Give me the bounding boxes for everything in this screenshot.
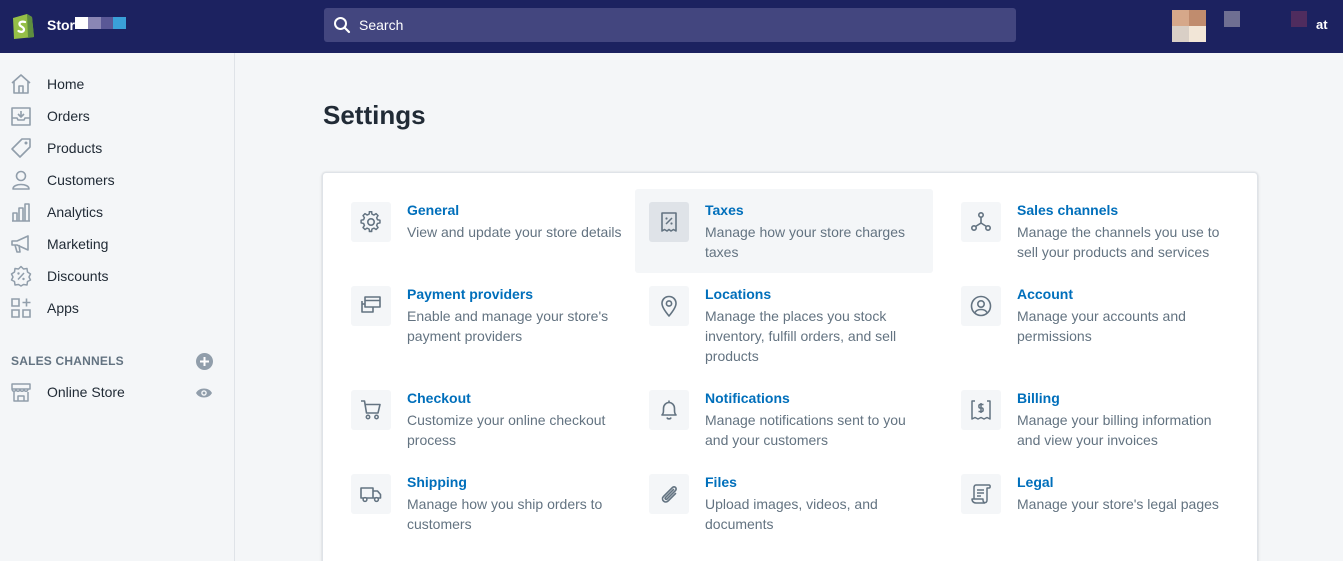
legal-scroll-icon bbox=[961, 474, 1001, 514]
sidebar-item-home[interactable]: Home bbox=[0, 69, 234, 99]
search-icon bbox=[334, 17, 351, 34]
setting-title: Checkout bbox=[407, 390, 471, 406]
settings-legal[interactable]: Legal Manage your store's legal pages bbox=[947, 461, 1245, 545]
settings-billing[interactable]: Billing Manage your billing information … bbox=[947, 377, 1245, 461]
sidebar-item-analytics[interactable]: Analytics bbox=[0, 197, 234, 227]
sales-channels-heading: SALES CHANNELS bbox=[11, 354, 124, 368]
sidebar-item-products[interactable]: Products bbox=[0, 133, 234, 163]
truck-icon bbox=[351, 474, 391, 514]
sidebar-item-marketing[interactable]: Marketing bbox=[0, 229, 234, 259]
settings-payment-providers[interactable]: Payment providers Enable and manage your… bbox=[337, 273, 635, 377]
sidebar-item-label: Marketing bbox=[47, 236, 109, 252]
account-circle-icon bbox=[961, 286, 1001, 326]
settings-taxes[interactable]: Taxes Manage how your store charges taxe… bbox=[635, 189, 933, 273]
setting-title: Locations bbox=[705, 286, 772, 302]
setting-description: Manage your billing information and view… bbox=[1017, 412, 1212, 448]
setting-description: Manage your store's legal pages bbox=[1017, 496, 1219, 512]
paperclip-icon bbox=[649, 474, 689, 514]
sidebar: Home Orders Products Customers Analytics… bbox=[0, 53, 235, 561]
settings-locations[interactable]: Locations Manage the places you stock in… bbox=[635, 273, 933, 377]
billing-dollar-icon bbox=[961, 390, 1001, 430]
receipt-percent-icon bbox=[649, 202, 689, 242]
user-name[interactable]: at bbox=[1316, 17, 1328, 32]
settings-general[interactable]: General View and update your store detai… bbox=[337, 189, 635, 273]
setting-title: Sales channels bbox=[1017, 202, 1119, 218]
setting-description: View and update your store details bbox=[407, 224, 622, 240]
sidebar-item-label: Discounts bbox=[47, 268, 109, 284]
location-pin-icon bbox=[649, 286, 689, 326]
setting-description: Enable and manage your store's payment p… bbox=[407, 308, 609, 344]
redacted-store-name bbox=[75, 17, 126, 29]
cart-icon bbox=[351, 390, 391, 430]
sidebar-item-label: Online Store bbox=[47, 384, 125, 400]
home-icon bbox=[11, 74, 31, 94]
setting-title: Shipping bbox=[407, 474, 467, 490]
redacted-user-block bbox=[1291, 11, 1307, 27]
setting-description: Manage the places you stock inventory, f… bbox=[705, 308, 897, 364]
sidebar-item-customers[interactable]: Customers bbox=[0, 165, 234, 195]
channels-icon bbox=[961, 202, 1001, 242]
sidebar-item-label: Analytics bbox=[47, 204, 104, 220]
bell-icon bbox=[649, 390, 689, 430]
shopify-logo-icon[interactable] bbox=[10, 11, 36, 39]
settings-shipping[interactable]: Shipping Manage how you ship orders to c… bbox=[337, 461, 635, 545]
sidebar-item-label: Orders bbox=[47, 108, 90, 124]
sidebar-item-label: Customers bbox=[47, 172, 115, 188]
setting-title: General bbox=[407, 202, 460, 218]
add-channel-icon[interactable] bbox=[196, 353, 213, 370]
settings-checkout[interactable]: Checkout Customize your online checkout … bbox=[337, 377, 635, 461]
setting-title: Taxes bbox=[705, 202, 744, 218]
sidebar-item-label: Apps bbox=[47, 300, 79, 316]
search-bar[interactable]: Search bbox=[324, 8, 1016, 42]
settings-account[interactable]: Account Manage your accounts and permiss… bbox=[947, 273, 1245, 377]
tag-icon bbox=[11, 138, 31, 158]
setting-title: Legal bbox=[1017, 474, 1054, 490]
avatar[interactable] bbox=[1172, 10, 1206, 42]
settings-sales-channels[interactable]: Sales channels Manage the channels you u… bbox=[947, 189, 1245, 273]
sidebar-item-orders[interactable]: Orders bbox=[0, 101, 234, 131]
settings-card: General View and update your store detai… bbox=[322, 172, 1258, 561]
orders-icon bbox=[11, 107, 31, 126]
setting-title: Account bbox=[1017, 286, 1073, 302]
gear-icon bbox=[351, 202, 391, 242]
redacted-user-block bbox=[1224, 11, 1240, 27]
storefront-icon bbox=[11, 383, 31, 402]
setting-description: Manage how you ship orders to customers bbox=[407, 496, 603, 532]
setting-description: Upload images, videos, and documents bbox=[705, 496, 878, 532]
setting-description: Customize your online checkout process bbox=[407, 412, 606, 448]
apps-icon bbox=[11, 298, 31, 318]
store-name[interactable]: Stor bbox=[47, 17, 75, 33]
setting-title: Notifications bbox=[705, 390, 790, 406]
search-placeholder: Search bbox=[359, 17, 404, 33]
sidebar-item-apps[interactable]: Apps bbox=[0, 293, 234, 323]
sidebar-item-label: Home bbox=[47, 76, 85, 92]
setting-description: Manage notifications sent to you and you… bbox=[705, 412, 906, 448]
bar-chart-icon bbox=[12, 203, 30, 222]
setting-description: Manage your accounts and permissions bbox=[1017, 308, 1186, 344]
setting-title: Billing bbox=[1017, 390, 1060, 406]
discount-icon bbox=[10, 265, 32, 287]
setting-title: Payment providers bbox=[407, 286, 534, 302]
settings-files[interactable]: Files Upload images, videos, and documen… bbox=[635, 461, 933, 545]
setting-description: Manage how your store charges taxes bbox=[705, 224, 905, 260]
settings-notifications[interactable]: Notifications Manage notifications sent … bbox=[635, 377, 933, 461]
setting-description: Manage the channels you use to sell your… bbox=[1017, 224, 1220, 260]
top-bar: Stor Search at bbox=[0, 0, 1343, 53]
page-title: Settings bbox=[323, 100, 426, 130]
sidebar-item-label: Products bbox=[47, 140, 103, 156]
setting-title: Files bbox=[705, 474, 737, 490]
credit-card-icon bbox=[351, 286, 391, 326]
sidebar-item-discounts[interactable]: Discounts bbox=[0, 261, 234, 291]
megaphone-icon bbox=[11, 235, 29, 253]
eye-icon[interactable] bbox=[195, 386, 213, 400]
person-icon bbox=[12, 170, 30, 190]
